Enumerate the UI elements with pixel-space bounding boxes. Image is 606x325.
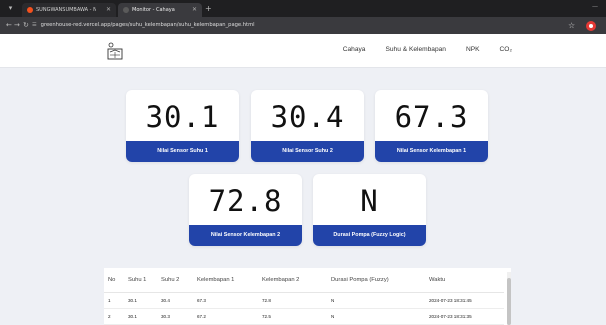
address-bar-row: ← → ↻ ☰ greenhouse-red.vercel.app/pages/s… <box>0 17 606 34</box>
site-info-icon[interactable]: ☰ <box>32 22 37 28</box>
sensor-card-suhu-2: 30.4 Nilai Sensor Suhu 2 <box>251 90 364 162</box>
cell-durasi-pompa: N <box>327 292 425 309</box>
browser-tab-1[interactable]: SUNGWANSUMBAWA - Noc ✕ <box>22 3 116 17</box>
sensor-value: 72.8 <box>208 184 283 218</box>
col-suhu-2: Suhu 2 <box>157 268 193 293</box>
sensor-label: Nilai Sensor Kelembapan 2 <box>189 225 302 246</box>
tab-favicon-icon <box>27 7 33 13</box>
url-text: greenhouse-red.vercel.app/pages/suhu_kel… <box>40 22 255 28</box>
table-scrollbar[interactable] <box>507 272 511 325</box>
cell-suhu-1: 30.1 <box>124 308 157 325</box>
sensor-card-durasi-pompa: N Durasi Pompa (Fuzzy Logic) <box>313 174 426 246</box>
cell-waktu: 2024-07-23 18:31:35 <box>425 308 504 325</box>
minimize-icon[interactable]: — <box>592 3 598 10</box>
cell-kelembapan-2: 72.8 <box>258 292 327 309</box>
sensor-value: 30.1 <box>145 100 220 134</box>
col-no: No <box>104 268 124 293</box>
col-kelembapan-1: Kelembapan 1 <box>193 268 258 293</box>
nav-npk[interactable]: NPK <box>466 46 480 53</box>
sensor-value: N <box>360 184 379 218</box>
reload-icon[interactable]: ↻ <box>23 20 29 31</box>
back-icon[interactable]: ← <box>6 20 12 31</box>
cell-kelembapan-1: 67.3 <box>193 292 258 309</box>
table-header-row: No Suhu 1 Suhu 2 Kelembapan 1 Kelembapan… <box>104 268 504 293</box>
sensor-label: Durasi Pompa (Fuzzy Logic) <box>313 225 426 246</box>
tab-favicon-icon <box>123 7 129 13</box>
nav-cahaya[interactable]: Cahaya <box>343 46 366 53</box>
sensor-card-suhu-1: 30.1 Nilai Sensor Suhu 1 <box>126 90 239 162</box>
sensor-label: Nilai Sensor Suhu 1 <box>126 141 239 162</box>
table-row: 1 30.1 30.4 67.3 72.8 N 2024-07-23 18:31… <box>104 292 504 309</box>
tab-title: SUNGWANSUMBAWA - Noc <box>36 7 96 13</box>
sensor-value: 67.3 <box>394 100 469 134</box>
cell-waktu: 2024-07-23 18:31:45 <box>425 292 504 309</box>
browser-tab-2[interactable]: Monitor - Cahaya ✕ <box>118 3 202 17</box>
history-table: No Suhu 1 Suhu 2 Kelembapan 1 Kelembapan… <box>104 268 504 325</box>
col-durasi-pompa: Durasi Pompa (Fuzzy) <box>327 268 425 293</box>
close-tab-icon[interactable]: ✕ <box>106 3 111 17</box>
cell-no: 2 <box>104 308 124 325</box>
browser-tab-bar: ▾ SUNGWANSUMBAWA - Noc ✕ Monitor - Cahay… <box>0 0 606 17</box>
sensor-label: Nilai Sensor Suhu 2 <box>251 141 364 162</box>
cell-kelembapan-1: 67.2 <box>193 308 258 325</box>
url-field[interactable]: ☰ greenhouse-red.vercel.app/pages/suhu_ke… <box>32 20 552 31</box>
site-header: Cahaya Suhu & Kelembapan NPK CO₂ <box>0 34 606 68</box>
cell-suhu-1: 30.1 <box>124 292 157 309</box>
col-waktu: Waktu <box>425 268 504 293</box>
sensor-card-kelembapan-1: 67.3 Nilai Sensor Kelembapan 1 <box>375 90 488 162</box>
nav-suhu-kelembapan[interactable]: Suhu & Kelembapan <box>385 46 446 53</box>
sensor-card-kelembapan-2: 72.8 Nilai Sensor Kelembapan 2 <box>189 174 302 246</box>
scrollbar-thumb[interactable] <box>507 278 511 325</box>
new-tab-icon[interactable]: + <box>205 3 212 15</box>
cell-kelembapan-2: 72.5 <box>258 308 327 325</box>
col-kelembapan-2: Kelembapan 2 <box>258 268 327 293</box>
cell-durasi-pompa: N <box>327 308 425 325</box>
sensor-history-table: No Suhu 1 Suhu 2 Kelembapan 1 Kelembapan… <box>104 268 511 325</box>
profile-avatar-icon[interactable] <box>586 21 596 31</box>
bookmark-star-icon[interactable]: ☆ <box>568 20 575 31</box>
nav-co2[interactable]: CO₂ <box>500 46 512 53</box>
table-row: 2 30.1 30.3 67.2 72.5 N 2024-07-23 18:31… <box>104 308 504 325</box>
sensor-value: 30.4 <box>270 100 345 134</box>
cell-no: 1 <box>104 292 124 309</box>
forward-icon[interactable]: → <box>14 20 20 31</box>
col-suhu-1: Suhu 1 <box>124 268 157 293</box>
main-nav: Cahaya Suhu & Kelembapan NPK CO₂ <box>323 46 512 53</box>
cell-suhu-2: 30.4 <box>157 292 193 309</box>
greenhouse-logo-icon[interactable] <box>107 42 123 60</box>
close-tab-icon[interactable]: ✕ <box>192 3 197 17</box>
sensor-label: Nilai Sensor Kelembapan 1 <box>375 141 488 162</box>
tab-title: Monitor - Cahaya <box>132 7 175 13</box>
cell-suhu-2: 30.3 <box>157 308 193 325</box>
tab-search-icon[interactable]: ▾ <box>6 4 15 13</box>
